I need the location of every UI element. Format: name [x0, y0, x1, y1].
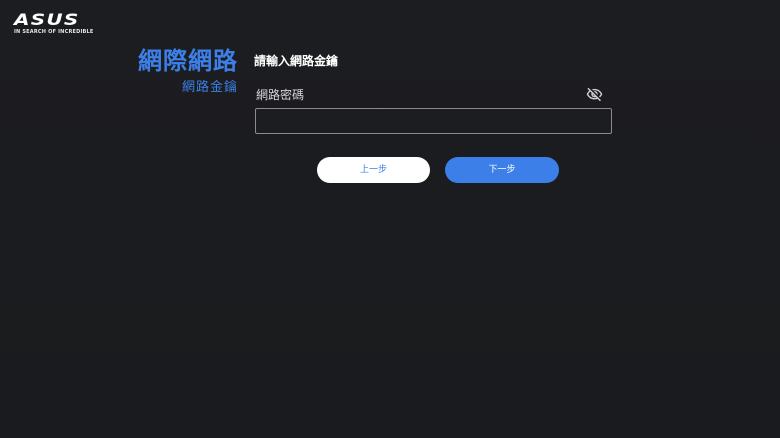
asus-logo: ASUS IN SEARCH OF INCREDIBLE: [14, 12, 94, 36]
password-label: 網路密碼: [256, 88, 305, 102]
eye-off-icon[interactable]: [586, 86, 603, 103]
logo-tagline: IN SEARCH OF INCREDIBLE: [14, 29, 94, 35]
section-title-sub: 網路金鑰: [181, 80, 238, 95]
page: ASUS IN SEARCH OF INCREDIBLE 網際網路 網路金鑰 請…: [0, 0, 780, 438]
back-button[interactable]: 上一步: [317, 157, 430, 183]
logo-mark: ASUS: [14, 10, 80, 29]
page-heading: 請輸入網路金鑰: [254, 54, 339, 68]
section-title: 網際網路 網路金鑰: [138, 46, 238, 96]
section-title-main: 網際網路: [138, 47, 238, 75]
next-button[interactable]: 下一步: [445, 157, 559, 183]
password-input[interactable]: [255, 108, 612, 134]
